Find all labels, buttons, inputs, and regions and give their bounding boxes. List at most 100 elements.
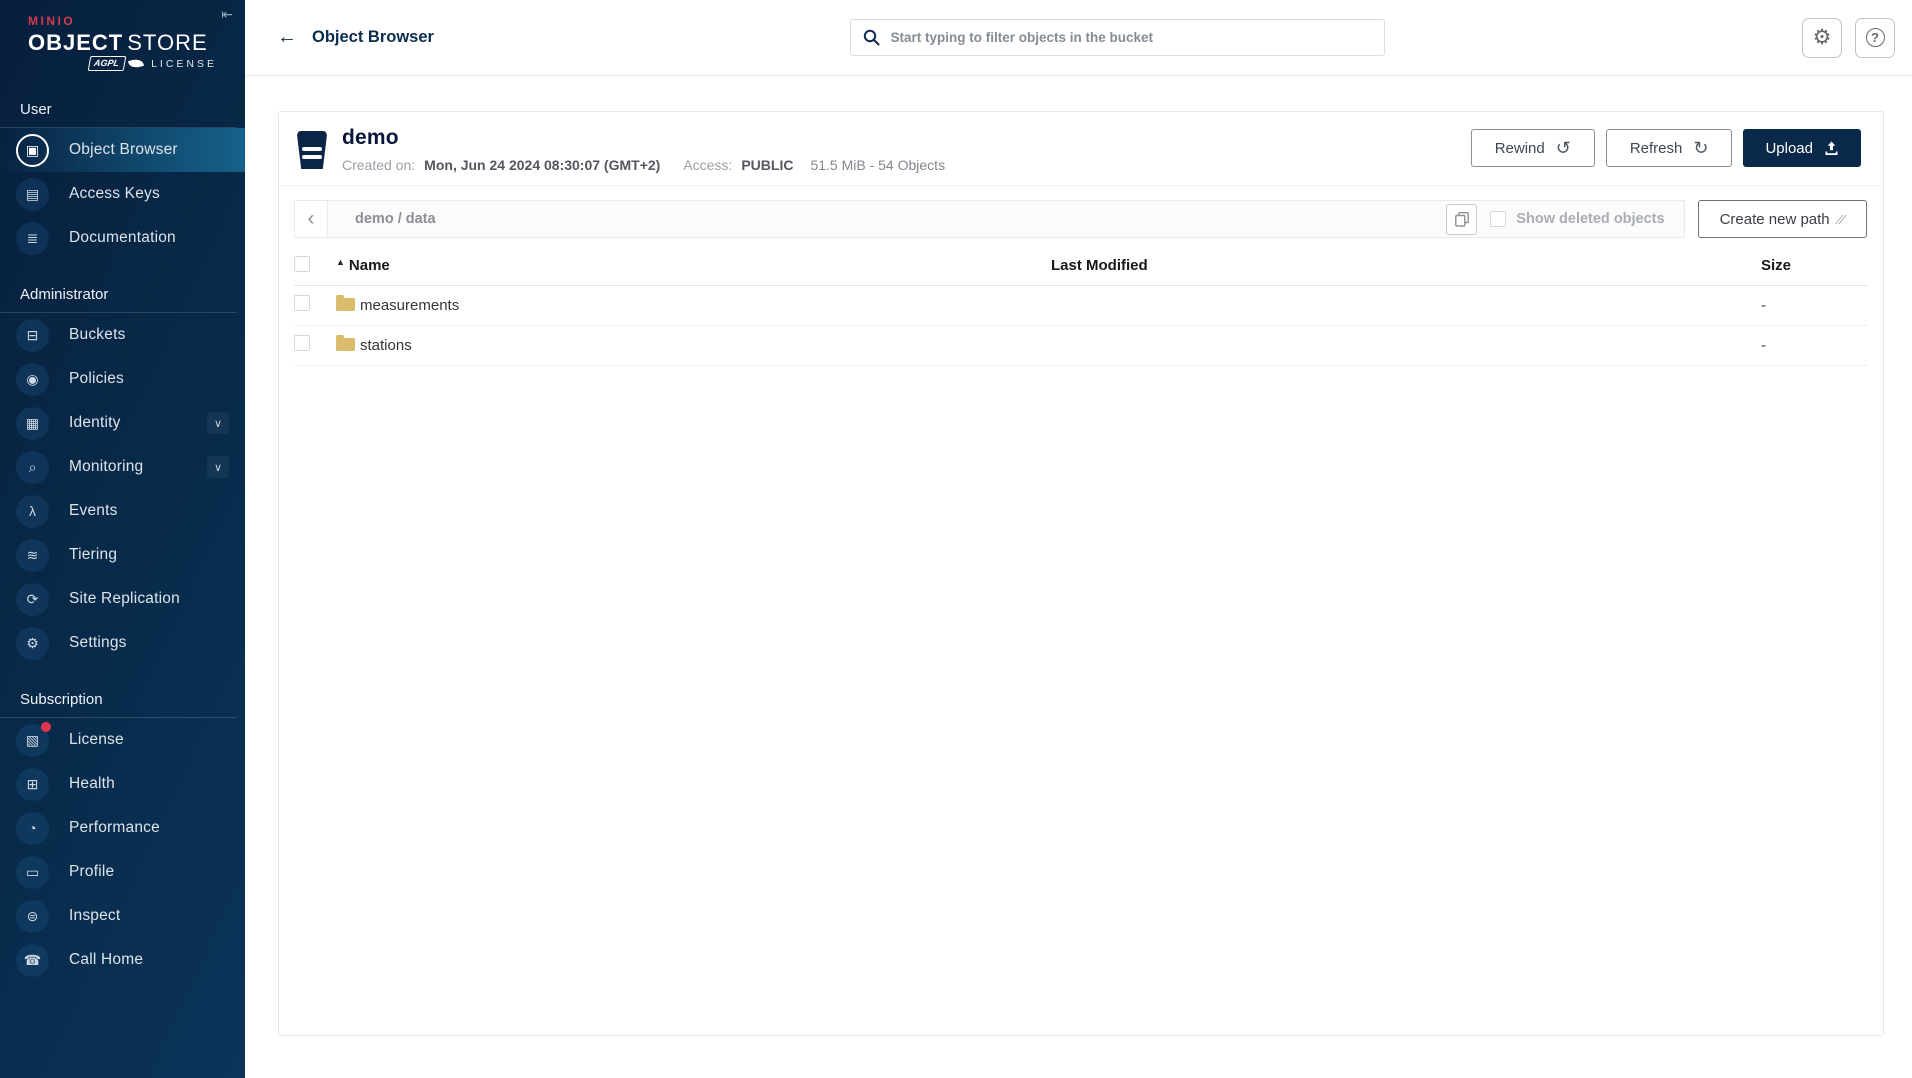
sidebar-item-license[interactable]: ▧ License bbox=[0, 718, 245, 762]
section-administrator: Administrator bbox=[0, 286, 237, 313]
performance-icon: ◔ bbox=[28, 820, 36, 836]
tiering-icon: ≋ bbox=[27, 547, 39, 564]
sidebar-item-access-keys[interactable]: ▤ Access Keys bbox=[0, 172, 245, 216]
sidebar-collapse-icon[interactable]: ⇤ bbox=[221, 6, 233, 23]
sidebar-item-documentation[interactable]: ≣ Documentation bbox=[0, 216, 245, 260]
sidebar-item-inspect[interactable]: ⊜ Inspect bbox=[0, 894, 245, 938]
bucket-usage: 51.5 MiB - 54 Objects bbox=[810, 157, 945, 173]
row-checkbox[interactable] bbox=[294, 295, 310, 311]
last-modified-cell bbox=[1051, 285, 1761, 325]
main-area: ← Object Browser ⚙ ? demo Created bbox=[245, 0, 1912, 1078]
bucket-title: demo bbox=[342, 126, 945, 150]
license-badge-label: LICENSE bbox=[151, 58, 217, 70]
column-header-size: Size bbox=[1761, 247, 1867, 285]
folder-icon bbox=[336, 338, 355, 351]
sidebar-item-events[interactable]: λ Events bbox=[0, 489, 245, 533]
page-title: Object Browser bbox=[312, 28, 434, 47]
access-label: Access: bbox=[683, 157, 732, 173]
license-icon: ▧ bbox=[26, 732, 39, 749]
sidebar-item-tiering[interactable]: ≋ Tiering bbox=[0, 533, 245, 577]
sidebar-item-profile[interactable]: ▭ Profile bbox=[0, 850, 245, 894]
sidebar-item-object-browser[interactable]: ▣ Object Browser bbox=[0, 128, 245, 172]
table-row[interactable]: stations - bbox=[294, 325, 1867, 365]
rewind-icon: ↺ bbox=[1556, 138, 1571, 159]
sidebar-item-site-replication[interactable]: ⟳ Site Replication bbox=[0, 577, 245, 621]
logo-brand: MINIO bbox=[28, 14, 245, 28]
help-icon: ? bbox=[1866, 28, 1885, 47]
settings-button[interactable]: ⚙ bbox=[1802, 18, 1842, 58]
sidebar-item-buckets[interactable]: ⊟ Buckets bbox=[0, 313, 245, 357]
size-cell: - bbox=[1761, 285, 1867, 325]
folder-icon bbox=[336, 298, 355, 311]
bucket-icon bbox=[297, 131, 327, 169]
path-icon: ∕∕ bbox=[1839, 212, 1845, 227]
table-row[interactable]: measurements - bbox=[294, 285, 1867, 325]
size-cell: - bbox=[1761, 325, 1867, 365]
agpl-logo: AGPL bbox=[88, 56, 127, 71]
bucket-meta: Created on: Mon, Jun 24 2024 08:30:07 (G… bbox=[342, 157, 945, 173]
topbar: ← Object Browser ⚙ ? bbox=[245, 0, 1912, 76]
sidebar-item-policies[interactable]: ◉ Policies bbox=[0, 357, 245, 401]
show-deleted-checkbox[interactable] bbox=[1490, 211, 1506, 227]
logo-product: OBJECTSTORE bbox=[28, 30, 245, 56]
agpl-leaf-icon bbox=[128, 57, 144, 70]
buckets-icon: ⊟ bbox=[27, 327, 39, 344]
identity-icon: ▦ bbox=[26, 415, 39, 432]
browser-bar: ‹ demo / data Show deleted objects Creat… bbox=[294, 200, 1867, 238]
copy-path-button[interactable] bbox=[1446, 204, 1477, 235]
breadcrumb: demo / data bbox=[355, 211, 436, 227]
chevron-left-icon: ‹ bbox=[308, 207, 315, 231]
monitoring-icon: ⌕ bbox=[29, 459, 37, 476]
chevron-down-icon: ∨ bbox=[214, 417, 222, 430]
help-button[interactable]: ? bbox=[1855, 18, 1895, 58]
sort-ascending-icon: ▲ bbox=[336, 257, 345, 267]
refresh-button[interactable]: Refresh ↻ bbox=[1606, 129, 1733, 167]
sidebar-item-call-home[interactable]: ☎ Call Home bbox=[0, 938, 245, 982]
object-browser-icon: ▣ bbox=[26, 142, 39, 159]
content: demo Created on: Mon, Jun 24 2024 08:30:… bbox=[245, 76, 1912, 1078]
upload-button[interactable]: Upload bbox=[1743, 129, 1861, 167]
object-name-cell[interactable]: stations bbox=[336, 325, 1051, 365]
search-input[interactable] bbox=[890, 30, 1372, 45]
site-replication-icon: ⟳ bbox=[27, 591, 39, 608]
rewind-button[interactable]: Rewind ↺ bbox=[1471, 129, 1595, 167]
policies-icon: ◉ bbox=[26, 371, 38, 388]
chevron-down-icon: ∨ bbox=[214, 461, 222, 474]
create-new-path-button[interactable]: Create new path ∕∕ bbox=[1698, 200, 1867, 238]
health-icon: ⊞ bbox=[27, 776, 39, 793]
sidebar: ⇤ MINIO OBJECTSTORE AGPL LICENSE User ▣ … bbox=[0, 0, 245, 1078]
section-user: User bbox=[0, 101, 237, 128]
objects-table: ▲Name Last Modified Size measurements - bbox=[294, 247, 1867, 366]
object-name-cell[interactable]: measurements bbox=[336, 285, 1051, 325]
inspect-icon: ⊜ bbox=[27, 908, 39, 925]
sidebar-item-identity[interactable]: ▦ Identity ∨ bbox=[0, 401, 245, 445]
show-deleted-label: Show deleted objects bbox=[1516, 211, 1664, 227]
created-on-label: Created on: bbox=[342, 157, 415, 173]
sidebar-item-performance[interactable]: ◔ Performance bbox=[0, 806, 245, 850]
sidebar-item-settings[interactable]: ⚙ Settings bbox=[0, 621, 245, 665]
bucket-header: demo Created on: Mon, Jun 24 2024 08:30:… bbox=[279, 112, 1883, 186]
column-header-name[interactable]: ▲Name bbox=[336, 247, 1051, 285]
access-value: PUBLIC bbox=[741, 157, 793, 173]
row-checkbox[interactable] bbox=[294, 335, 310, 351]
path-back-button[interactable]: ‹ bbox=[295, 201, 328, 237]
sidebar-item-health[interactable]: ⊞ Health bbox=[0, 762, 245, 806]
last-modified-cell bbox=[1051, 325, 1761, 365]
logo: MINIO OBJECTSTORE bbox=[0, 0, 245, 100]
sidebar-item-monitoring[interactable]: ⌕ Monitoring ∨ bbox=[0, 445, 245, 489]
license-alert-dot bbox=[41, 722, 51, 732]
bucket-card: demo Created on: Mon, Jun 24 2024 08:30:… bbox=[278, 111, 1884, 1036]
table-header-row: ▲Name Last Modified Size bbox=[294, 247, 1867, 285]
profile-icon: ▭ bbox=[26, 864, 39, 881]
access-keys-icon: ▤ bbox=[26, 186, 39, 203]
object-filter-search bbox=[850, 19, 1385, 56]
refresh-icon: ↻ bbox=[1693, 138, 1708, 159]
select-all-checkbox[interactable] bbox=[294, 256, 310, 272]
documentation-icon: ≣ bbox=[27, 230, 39, 247]
back-arrow-icon[interactable]: ← bbox=[277, 26, 297, 49]
license-badge: AGPL LICENSE bbox=[28, 56, 245, 71]
section-subscription: Subscription bbox=[0, 691, 237, 718]
search-icon bbox=[863, 29, 880, 46]
path-box: ‹ demo / data Show deleted objects bbox=[294, 200, 1685, 238]
events-icon: λ bbox=[29, 503, 36, 519]
